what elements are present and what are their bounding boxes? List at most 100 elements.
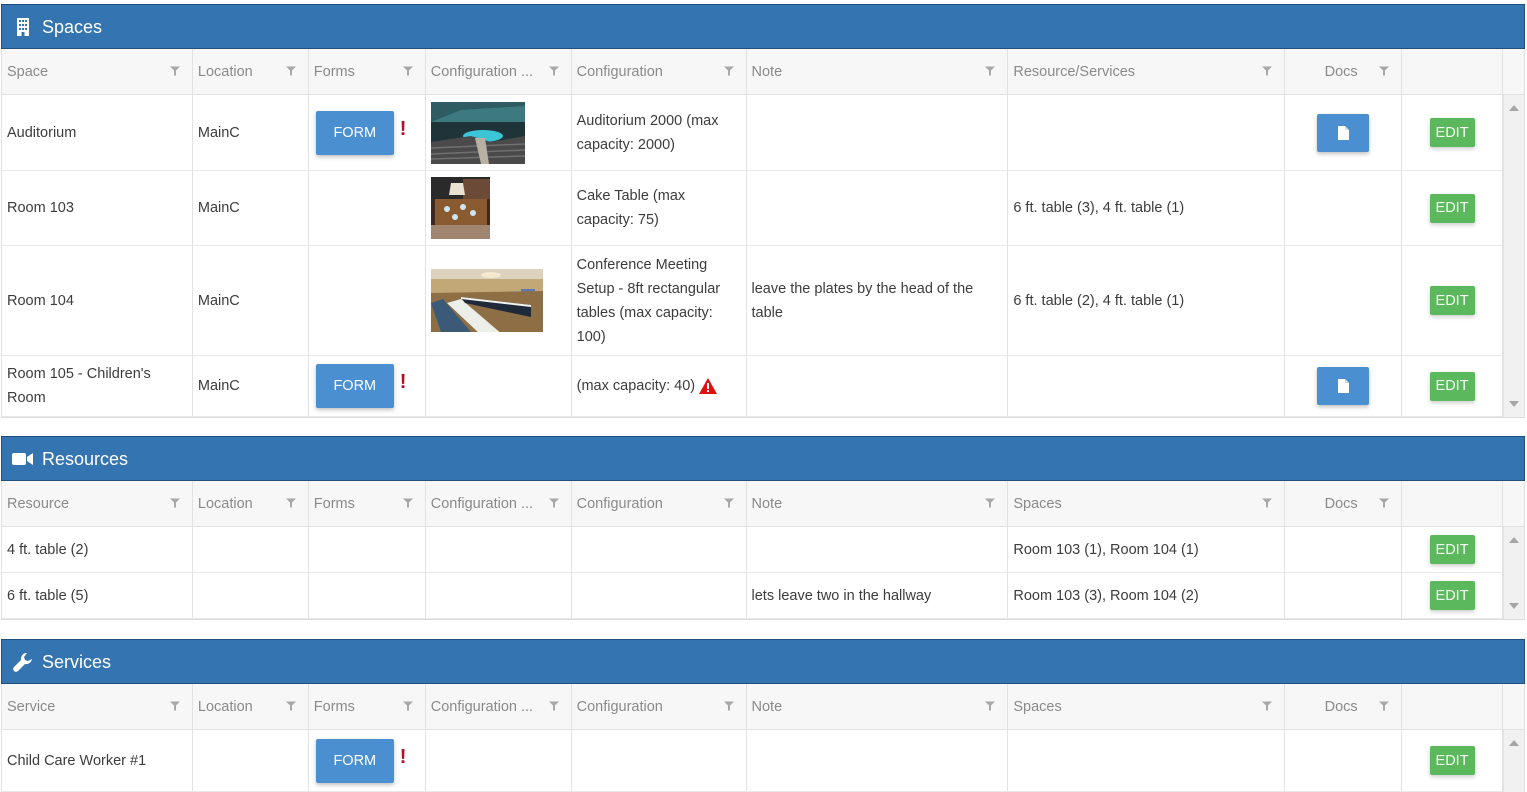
column-header-spaces[interactable]: Spaces bbox=[1008, 481, 1286, 526]
filter-icon[interactable] bbox=[402, 66, 413, 76]
cell-actions: EDIT bbox=[1402, 356, 1504, 416]
filter-icon[interactable] bbox=[285, 498, 296, 508]
cell-space: Room 105 - Children's Room bbox=[2, 356, 193, 416]
cell-configuration bbox=[572, 527, 747, 572]
configuration-text: (max capacity: 40) bbox=[576, 378, 696, 394]
cell-spaces bbox=[1008, 730, 1286, 791]
column-header-forms[interactable]: Forms bbox=[309, 49, 426, 94]
scroll-down-arrow-icon[interactable] bbox=[1509, 401, 1519, 407]
table-row[interactable]: Room 104 MainC Conference Meeting Setup … bbox=[2, 246, 1524, 356]
column-header-note[interactable]: Note bbox=[747, 49, 1009, 94]
column-header-configuration[interactable]: Configuration bbox=[572, 49, 747, 94]
edit-button[interactable]: EDIT bbox=[1429, 286, 1475, 315]
cake-table-photo[interactable] bbox=[430, 177, 490, 239]
filter-icon[interactable] bbox=[1379, 498, 1390, 508]
form-required-flag: ! bbox=[399, 745, 407, 768]
auditorium-photo[interactable] bbox=[430, 101, 525, 164]
form-required-flag: ! bbox=[399, 371, 407, 393]
spaces-scrollbar[interactable] bbox=[1503, 95, 1524, 417]
column-header-spaces[interactable]: Spaces bbox=[1008, 684, 1286, 729]
scroll-up-arrow-icon[interactable] bbox=[1509, 537, 1519, 543]
column-header-space[interactable]: Space bbox=[2, 49, 193, 94]
spaces-grid: Space Location Forms Configuration ... C… bbox=[1, 49, 1525, 418]
form-required-flag: ! bbox=[399, 117, 407, 140]
column-header-configuration[interactable]: Configuration bbox=[572, 481, 747, 526]
column-header-service[interactable]: Service bbox=[2, 684, 193, 729]
spaces-header-row: Space Location Forms Configuration ... C… bbox=[2, 49, 1524, 95]
edit-button[interactable]: EDIT bbox=[1429, 535, 1475, 564]
filter-icon[interactable] bbox=[169, 66, 180, 76]
filter-icon[interactable] bbox=[985, 701, 996, 711]
column-header-location[interactable]: Location bbox=[193, 684, 309, 729]
filter-icon[interactable] bbox=[285, 66, 296, 76]
filter-icon[interactable] bbox=[1262, 66, 1273, 76]
filter-icon[interactable] bbox=[402, 701, 413, 711]
column-header-note[interactable]: Note bbox=[747, 684, 1009, 729]
filter-icon[interactable] bbox=[1262, 498, 1273, 508]
column-header-docs[interactable]: Docs bbox=[1285, 49, 1403, 94]
edit-button[interactable]: EDIT bbox=[1429, 118, 1475, 147]
cell-configuration-image bbox=[426, 171, 572, 245]
column-header-note[interactable]: Note bbox=[747, 481, 1009, 526]
scroll-up-arrow-icon[interactable] bbox=[1509, 740, 1519, 746]
column-header-docs[interactable]: Docs bbox=[1285, 684, 1403, 729]
cell-forms bbox=[309, 171, 426, 245]
cell-forms bbox=[309, 246, 426, 355]
filter-icon[interactable] bbox=[402, 498, 413, 508]
services-scrollbar[interactable] bbox=[1503, 730, 1524, 792]
scroll-up-arrow-icon[interactable] bbox=[1509, 105, 1519, 111]
table-row[interactable]: Room 105 - Children's Room MainC FORM ! … bbox=[2, 356, 1524, 417]
resources-scrollbar[interactable] bbox=[1503, 527, 1524, 619]
column-header-location[interactable]: Location bbox=[193, 49, 309, 94]
filter-icon[interactable] bbox=[985, 498, 996, 508]
form-button[interactable]: FORM bbox=[315, 110, 394, 155]
filter-icon[interactable] bbox=[723, 701, 734, 711]
resources-panel: Resources Resource Location Forms Config… bbox=[1, 436, 1525, 620]
conference-room-photo[interactable] bbox=[430, 269, 543, 332]
filter-icon[interactable] bbox=[1262, 701, 1273, 711]
column-header-forms[interactable]: Forms bbox=[309, 684, 426, 729]
header-scroll-spacer bbox=[1503, 481, 1524, 526]
filter-icon[interactable] bbox=[285, 701, 296, 711]
document-button[interactable] bbox=[1317, 367, 1370, 405]
filter-icon[interactable] bbox=[1379, 701, 1390, 711]
filter-icon[interactable] bbox=[1379, 66, 1390, 76]
document-button[interactable] bbox=[1317, 113, 1370, 152]
cell-resources: 6 ft. table (2), 4 ft. table (1) bbox=[1008, 246, 1286, 355]
filter-icon[interactable] bbox=[548, 701, 559, 711]
column-header-location[interactable]: Location bbox=[193, 481, 309, 526]
table-row[interactable]: 4 ft. table (2) Room 103 (1), Room 104 (… bbox=[2, 527, 1524, 573]
header-scroll-spacer bbox=[1503, 49, 1524, 94]
filter-icon[interactable] bbox=[169, 701, 180, 711]
column-header-configuration-image[interactable]: Configuration ... bbox=[426, 49, 572, 94]
edit-button[interactable]: EDIT bbox=[1429, 746, 1475, 775]
cell-forms: FORM ! bbox=[309, 730, 426, 791]
column-header-configuration-image[interactable]: Configuration ... bbox=[426, 684, 572, 729]
edit-button[interactable]: EDIT bbox=[1429, 581, 1475, 610]
edit-button[interactable]: EDIT bbox=[1429, 193, 1475, 223]
filter-icon[interactable] bbox=[548, 66, 559, 76]
column-header-forms[interactable]: Forms bbox=[309, 481, 426, 526]
column-header-configuration-image[interactable]: Configuration ... bbox=[426, 481, 572, 526]
column-header-resource[interactable]: Resource bbox=[2, 481, 193, 526]
cell-note bbox=[747, 356, 1009, 416]
filter-icon[interactable] bbox=[985, 66, 996, 76]
filter-icon[interactable] bbox=[723, 66, 734, 76]
table-row[interactable]: Auditorium MainC FORM ! Auditorium 2000 … bbox=[2, 95, 1524, 171]
form-button[interactable]: FORM bbox=[315, 364, 394, 408]
cell-docs bbox=[1285, 356, 1403, 416]
column-header-docs[interactable]: Docs bbox=[1285, 481, 1403, 526]
column-header-configuration[interactable]: Configuration bbox=[572, 684, 747, 729]
filter-icon[interactable] bbox=[548, 498, 559, 508]
table-row[interactable]: 6 ft. table (5) lets leave two in the ha… bbox=[2, 573, 1524, 619]
table-row[interactable]: Room 103 MainC Cake Table (max capacity:… bbox=[2, 171, 1524, 246]
edit-button[interactable]: EDIT bbox=[1429, 371, 1475, 401]
scroll-down-arrow-icon[interactable] bbox=[1509, 603, 1519, 609]
column-header-resource-services[interactable]: Resource/Services bbox=[1008, 49, 1286, 94]
form-button[interactable]: FORM bbox=[315, 738, 394, 783]
table-row[interactable]: Child Care Worker #1 FORM ! EDIT bbox=[2, 730, 1524, 792]
cell-configuration bbox=[572, 573, 747, 618]
filter-icon[interactable] bbox=[169, 498, 180, 508]
cell-note: leave the plates by the head of the tabl… bbox=[747, 246, 1009, 355]
filter-icon[interactable] bbox=[723, 498, 734, 508]
